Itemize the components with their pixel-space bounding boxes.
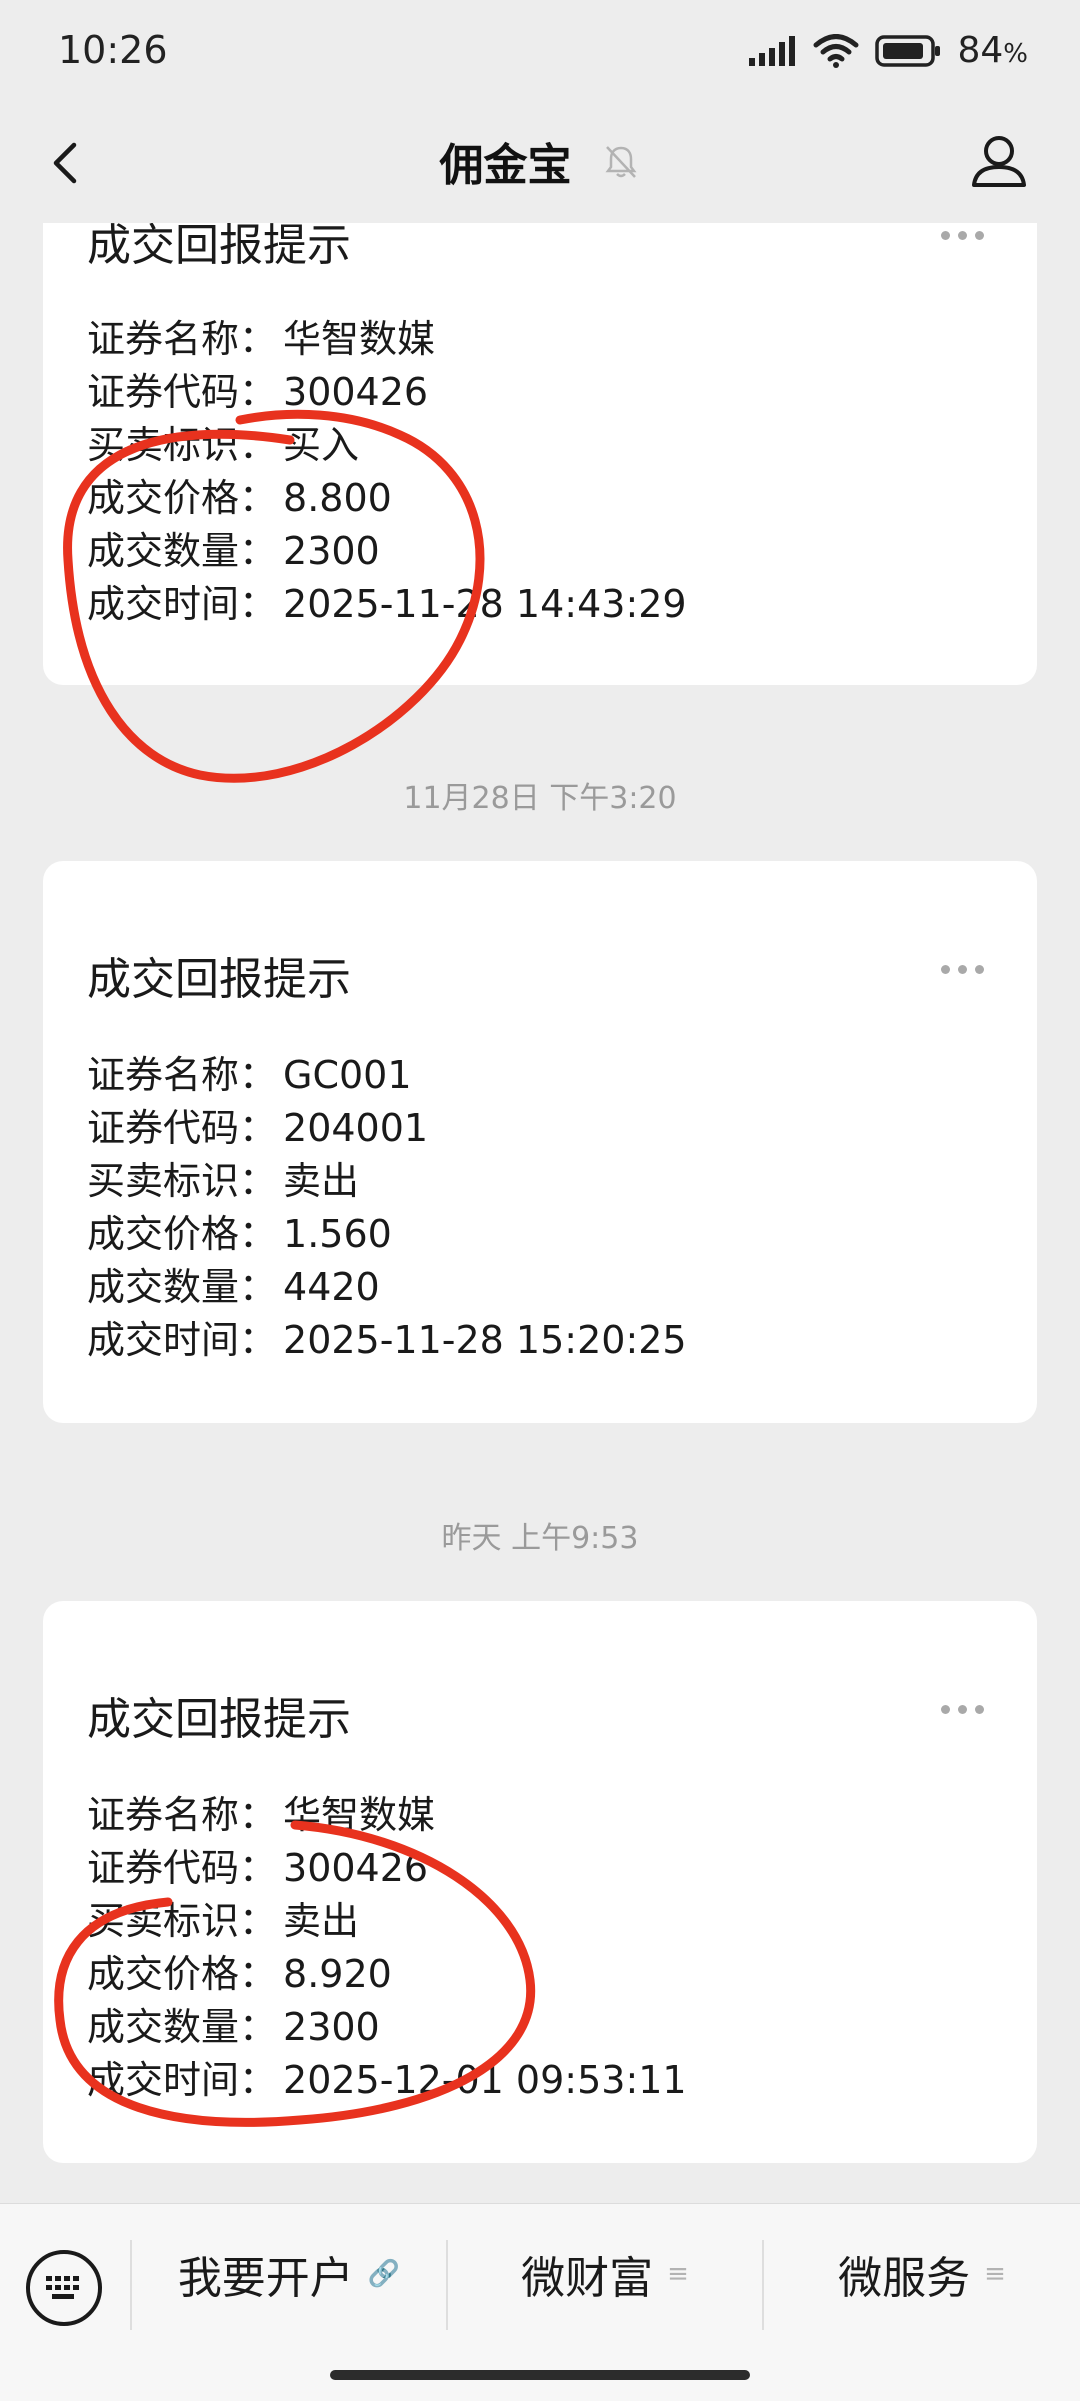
info-row: 买卖标识： 卖出 xyxy=(87,1159,360,1203)
timestamp: 11月28日 下午3:20 xyxy=(403,781,677,816)
chat-header: 佣金宝 xyxy=(0,105,1080,223)
info-row: 买卖标识： 买入 xyxy=(87,423,360,467)
battery-level: 84% xyxy=(957,30,1028,71)
message-list[interactable]: 成交回报提示 证券名称： 华智数媒 证券代码： 300426 买卖标识： 买入 成交价… xyxy=(0,223,1080,2203)
info-row: 成交价格： 8.920 xyxy=(87,1952,392,1996)
menu-label: 微服务 xyxy=(838,2253,971,2304)
battery-icon xyxy=(875,34,941,67)
message-card[interactable]: 成交回报提示 证券名称： 华智数媒 证券代码： 300426 买卖标识： 卖出 成交价… xyxy=(43,1601,1037,2163)
wifi-icon xyxy=(813,33,859,68)
menu-wei-caifu[interactable]: 微财富 ≡ xyxy=(448,2204,762,2344)
menu-label: 我要开户 xyxy=(177,2253,354,2304)
menu-wei-fuwu[interactable]: 微服务 ≡ xyxy=(764,2204,1080,2344)
timestamp: 昨天 上午9:53 xyxy=(441,1521,639,1556)
info-row: 证券名称： 华智数媒 xyxy=(87,1793,436,1837)
menu-lines-icon: ≡ xyxy=(984,2259,1006,2289)
menu-label: 微财富 xyxy=(521,2253,654,2304)
menu-open-account[interactable]: 我要开户 🔗 xyxy=(132,2204,446,2344)
title-area: 佣金宝 xyxy=(0,129,1080,193)
info-row: 成交数量： 2300 xyxy=(87,2005,380,2049)
home-indicator[interactable] xyxy=(330,2370,750,2380)
message-card[interactable]: 成交回报提示 证券名称： 华智数媒 证券代码： 300426 买卖标识： 买入 成交价… xyxy=(43,223,1037,685)
more-button[interactable] xyxy=(937,959,989,979)
user-icon xyxy=(972,136,1026,187)
info-row: 成交时间： 2025-12-01 09:53:11 xyxy=(87,2058,687,2102)
info-row: 成交数量： 2300 xyxy=(87,529,380,573)
card-title: 成交回报提示 xyxy=(87,223,351,271)
info-row: 证券名称： 华智数媒 xyxy=(87,317,436,361)
status-icons: 84% xyxy=(749,30,1028,71)
status-bar: 10:26 84% xyxy=(0,0,1080,105)
menu-lines-icon: ≡ xyxy=(667,2259,689,2289)
link-icon: 🔗 xyxy=(367,2259,401,2289)
keyboard-icon xyxy=(46,2276,79,2299)
page-title: 佣金宝 xyxy=(439,140,572,191)
more-button[interactable] xyxy=(937,1699,989,1719)
keyboard-toggle-button[interactable] xyxy=(26,2250,102,2326)
info-row: 证券代码： 300426 xyxy=(87,370,429,414)
bell-muted-icon xyxy=(605,146,637,178)
card-title: 成交回报提示 xyxy=(87,954,351,1005)
info-row: 成交时间： 2025-11-28 15:20:25 xyxy=(87,1318,687,1362)
signal-icon xyxy=(749,35,796,66)
card-title: 成交回报提示 xyxy=(87,1694,351,1745)
info-row: 买卖标识： 卖出 xyxy=(87,1899,360,1943)
info-row: 成交价格： 8.800 xyxy=(87,476,392,520)
info-row: 成交价格： 1.560 xyxy=(87,1212,392,1256)
status-time: 10:26 xyxy=(58,28,168,72)
profile-button[interactable] xyxy=(966,129,1032,195)
info-row: 证券名称： GC001 xyxy=(87,1053,412,1097)
info-row: 成交数量： 4420 xyxy=(87,1265,380,1309)
info-row: 成交时间： 2025-11-28 14:43:29 xyxy=(87,582,687,626)
more-button[interactable] xyxy=(937,225,989,245)
info-row: 证券代码： 300426 xyxy=(87,1846,429,1890)
info-row: 证券代码： 204001 xyxy=(87,1106,429,1150)
message-card[interactable]: 成交回报提示 证券名称： GC001 证券代码： 204001 买卖标识： 卖出 成交… xyxy=(43,861,1037,1423)
